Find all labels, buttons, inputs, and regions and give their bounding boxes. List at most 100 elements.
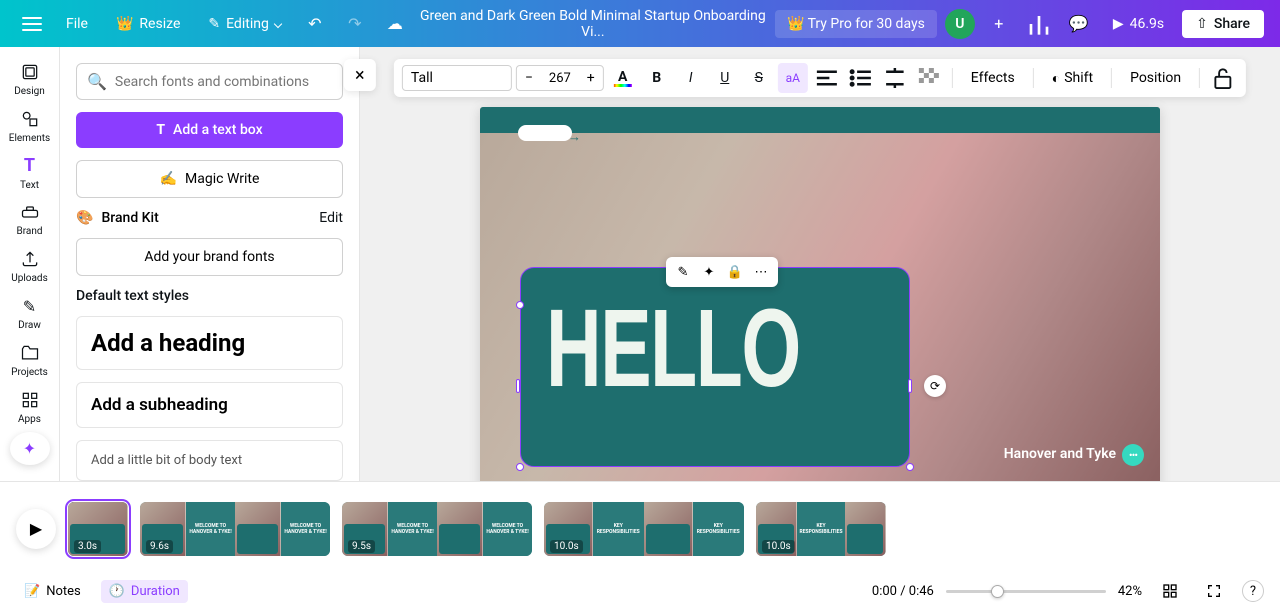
shift-button[interactable]: ◐Shift (1042, 66, 1103, 91)
alignment-button[interactable] (812, 63, 842, 93)
font-size-decrease[interactable]: − (517, 66, 541, 90)
timeline-thumb-1[interactable]: WELCOME TO HANOVER & TYKE!WELCOME TO HAN… (140, 502, 330, 556)
timeline-thumb-0[interactable]: 3.0s (68, 502, 128, 556)
search-fonts-input[interactable] (115, 74, 332, 90)
file-menu[interactable]: File (56, 10, 98, 38)
italic-button[interactable]: I (676, 63, 706, 93)
brand-text[interactable]: Hanover and Tyke (1004, 446, 1116, 462)
close-panel-button[interactable]: × (344, 59, 376, 91)
zoom-slider[interactable] (946, 590, 1106, 593)
add-brand-fonts-button[interactable]: Add your brand fonts (76, 238, 343, 276)
position-button[interactable]: Position (1120, 66, 1191, 90)
nav-text[interactable]: T Text (0, 151, 60, 196)
help-button[interactable]: ? (1242, 580, 1264, 602)
search-fonts-input-wrapper[interactable]: 🔍 (76, 63, 343, 100)
editing-menu[interactable]: ✎Editing (198, 10, 290, 38)
timeline-thumb-4[interactable]: KEY RESPONSIBILITIES10.0s (756, 502, 886, 556)
selection-handle-tl[interactable] (516, 301, 524, 309)
duration-button[interactable]: 🕐Duration (101, 580, 188, 603)
nav-brand[interactable]: Brand (0, 198, 60, 243)
crown-icon: 👑 (787, 16, 804, 32)
font-family-select[interactable]: Tall (402, 65, 512, 91)
share-button[interactable]: ⇧Share (1182, 10, 1264, 38)
lock-button[interactable] (1208, 63, 1238, 93)
add-subheading-card[interactable]: Add a subheading (76, 382, 343, 428)
magic-write-label: Magic Write (185, 171, 259, 187)
selection-handle-br[interactable] (906, 463, 914, 471)
notes-icon: 📝 (24, 584, 40, 599)
slide-header-bar (480, 107, 1160, 133)
user-avatar[interactable]: U (945, 9, 975, 39)
fullscreen-button[interactable] (1198, 579, 1230, 603)
try-pro-button[interactable]: 👑 Try Pro for 30 days (775, 10, 937, 38)
notes-label: Notes (46, 584, 81, 599)
shift-icon: ◐ (1052, 70, 1060, 87)
thumb-duration: 3.0s (74, 540, 101, 553)
font-size-value[interactable]: 267 (541, 67, 579, 90)
add-body-text-card[interactable]: Add a little bit of body text (76, 440, 343, 481)
arrow-icon: → (568, 129, 581, 145)
resize-button[interactable]: 👑Resize (106, 10, 190, 38)
nav-draw[interactable]: ✎Draw (0, 291, 60, 336)
effects-button[interactable]: Effects (961, 66, 1025, 90)
zoom-percent[interactable]: 42% (1118, 584, 1142, 599)
cloud-sync-icon[interactable]: ☁ (379, 8, 411, 40)
add-heading-card[interactable]: Add a heading (76, 316, 343, 370)
nav-uploads[interactable]: Uploads (0, 244, 60, 289)
document-title[interactable]: Green and Dark Green Bold Minimal Startu… (419, 8, 767, 40)
nav-elements[interactable]: Elements (0, 104, 60, 149)
nav-text-label: Text (20, 180, 39, 191)
undo-button[interactable]: ↶ (299, 8, 331, 40)
uppercase-button[interactable]: aA (778, 63, 808, 93)
nav-draw-label: Draw (18, 320, 41, 331)
canvas-slide[interactable]: → ✎ ✦ 🔒 ⋯ HELLO × ⟳ Hanover and Tyke ••• (480, 107, 1160, 481)
add-text-box-button[interactable]: TAdd a text box (76, 112, 343, 148)
font-size-stepper[interactable]: − 267 + (516, 65, 604, 91)
hello-text-element[interactable]: HELLO (546, 302, 800, 396)
text-color-button[interactable]: A (608, 63, 638, 93)
nav-apps-label: Apps (18, 414, 41, 425)
selection-handle-mr[interactable] (908, 379, 912, 393)
analytics-button[interactable] (1023, 8, 1055, 40)
add-collaborator-button[interactable]: + (983, 8, 1015, 40)
ai-element-button[interactable]: ✦ (698, 261, 720, 283)
nav-apps[interactable]: Apps (0, 385, 60, 430)
transparency-button[interactable] (914, 63, 944, 93)
playback-time: 0:00 / 0:46 (872, 584, 934, 599)
text-icon: T (20, 156, 40, 176)
notes-button[interactable]: 📝 Notes (16, 580, 89, 603)
slide-pill-shape (518, 125, 572, 141)
timeline-play-button[interactable]: ▶ (16, 509, 56, 549)
bold-button[interactable]: B (642, 63, 672, 93)
more-element-button[interactable]: ⋯ (750, 261, 772, 283)
selection-handle-bl[interactable] (516, 463, 524, 471)
lock-element-button[interactable]: 🔒 (724, 261, 746, 283)
timeline-thumb-3[interactable]: KEY RESPONSIBILITIESKEY RESPONSIBILITIES… (544, 502, 744, 556)
magic-write-button[interactable]: ✍Magic Write (76, 160, 343, 198)
hamburger-menu[interactable] (16, 8, 48, 40)
edit-element-button[interactable]: ✎ (672, 261, 694, 283)
grid-view-button[interactable] (1154, 579, 1186, 603)
brand-kit-edit-link[interactable]: Edit (319, 210, 343, 226)
elements-icon (20, 109, 40, 129)
brand-badge[interactable]: ••• (1122, 444, 1144, 466)
nav-projects[interactable]: Projects (0, 338, 60, 383)
zoom-slider-handle[interactable] (991, 585, 1004, 598)
strikethrough-button[interactable]: S (744, 63, 774, 93)
chevron-down-icon (274, 19, 282, 27)
magic-button[interactable]: ✦ (10, 432, 50, 465)
play-preview-button[interactable]: ▶46.9s (1103, 10, 1174, 38)
nav-brand-label: Brand (16, 226, 42, 237)
redo-button[interactable]: ↷ (339, 8, 371, 40)
nav-design[interactable]: Design (0, 57, 60, 102)
timeline-thumb-2[interactable]: WELCOME TO HANOVER & TYKE!WELCOME TO HAN… (342, 502, 532, 556)
text-toolbar: × Tall − 267 + A B I U S aA Effects ◐Shi… (394, 59, 1246, 97)
rotate-handle[interactable]: ⟳ (924, 375, 946, 397)
underline-button[interactable]: U (710, 63, 740, 93)
spacing-button[interactable] (880, 63, 910, 93)
comments-button[interactable]: 💬 (1063, 8, 1095, 40)
list-button[interactable] (846, 63, 876, 93)
font-size-increase[interactable]: + (579, 66, 603, 90)
text-color-icon: A (614, 69, 632, 87)
selection-handle-ml[interactable] (516, 379, 520, 393)
